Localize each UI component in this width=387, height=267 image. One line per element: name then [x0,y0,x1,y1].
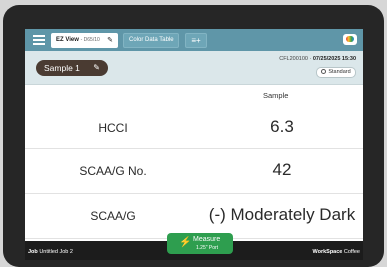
instrument-meta: CFL200100 · 07/25/2025 15:30 [279,56,356,62]
standard-button[interactable]: Standard [316,67,356,78]
tab-ez-view[interactable]: EZ View - D65/10 ✎ [51,33,118,48]
job-info: Job Untitled Job 2 [28,249,73,255]
radio-icon [321,69,327,74]
measure-button[interactable]: ⚡ Measure 1.25" Port [167,233,233,254]
row-label: HCCI [98,121,128,135]
screen: EZ View - D65/10 ✎ Color Data Table ≡+ S… [25,29,363,260]
sample-chip[interactable]: Sample 1 ✎ [36,60,108,76]
table-row: HCCI 6.3 [25,106,363,149]
device-frame: EZ View - D65/10 ✎ Color Data Table ≡+ S… [3,5,384,267]
tab-ez-view-label: EZ View [56,37,79,43]
menu-icon[interactable] [33,35,45,45]
top-bar: EZ View - D65/10 ✎ Color Data Table ≡+ [25,29,363,51]
standard-label: Standard [328,69,351,75]
add-tab-icon[interactable]: ≡+ [185,33,207,48]
column-header-sample: Sample [263,91,289,100]
pencil-icon[interactable]: ✎ [107,33,113,48]
measure-label: Measure [193,236,221,243]
lightning-icon: ⚡ [179,237,192,248]
instrument-id: CFL200100 [279,56,308,62]
row-label: SCAA/G [90,209,136,223]
table-row: SCAA/G No. 42 [25,149,363,194]
job-key: Job [28,249,38,255]
row-label: SCAA/G No. [79,164,147,178]
sample-label: Sample 1 [44,63,80,73]
camera-icon[interactable] [343,34,357,45]
sample-header: Sample 1 ✎ CFL200100 · 07/25/2025 15:30 … [25,51,363,85]
pencil-icon[interactable]: ✎ [93,60,100,76]
job-value: Untitled Job 2 [39,249,73,255]
timestamp: 07/25/2025 15:30 [312,56,356,62]
workspace-value: Coffee [343,249,360,255]
tab-ez-view-illuminant: - D65/10 [80,37,100,43]
measure-port: 1.25" Port [196,245,219,251]
workspace-info: WorkSpace Coffee [313,249,361,255]
row-value: (-) Moderately Dark [208,205,356,224]
tab-color-data-table[interactable]: Color Data Table [123,33,179,48]
row-value: 6.3 [270,117,294,136]
row-value: 42 [272,160,292,179]
workspace-key: WorkSpace [312,249,343,255]
